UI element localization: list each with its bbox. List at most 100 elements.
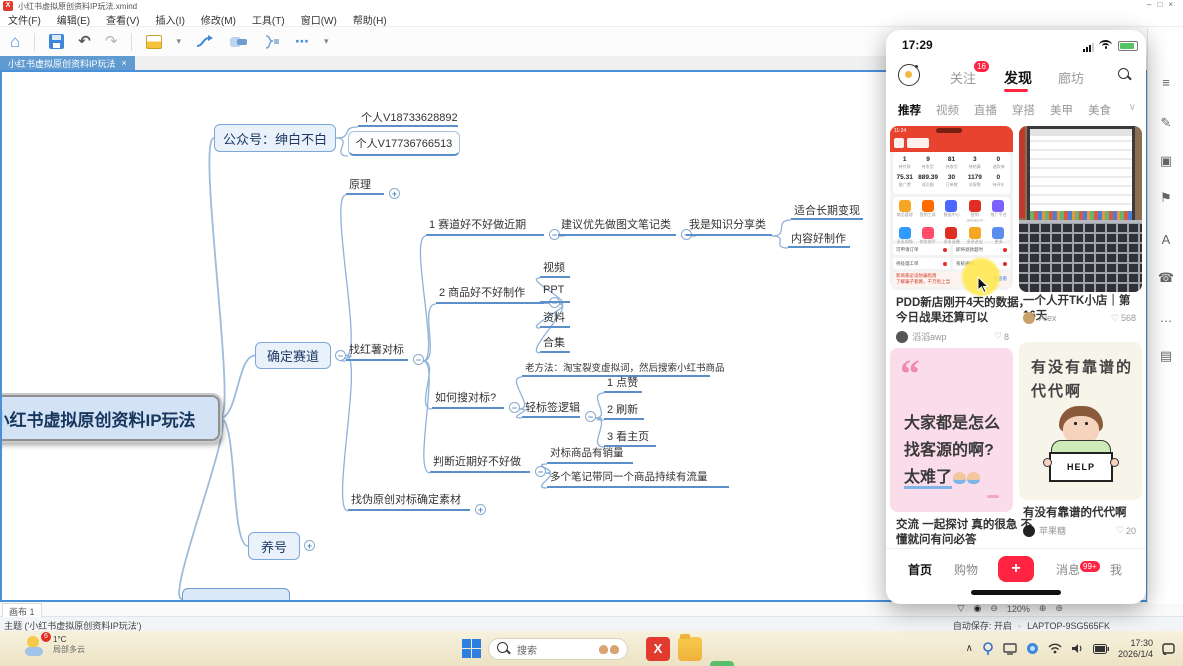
home-indicator[interactable] [971, 590, 1061, 595]
mindmap-node-zhaohongshu[interactable]: 找红薯对标− [346, 340, 408, 361]
mindmap-node-duoge[interactable]: 多个笔记带同一个商品持续有流量 [547, 468, 729, 488]
home-icon[interactable]: ⌂ [10, 34, 20, 50]
collapse-icon[interactable]: − [413, 354, 424, 365]
expand-icon[interactable]: + [304, 540, 315, 551]
close-button[interactable]: × [1168, 0, 1179, 9]
cat-video[interactable]: 视频 [936, 102, 959, 118]
summary-icon[interactable] [263, 34, 281, 50]
menu-modify[interactable]: 修改(M) [201, 12, 236, 27]
relationship-icon[interactable] [195, 34, 215, 50]
translate-icon[interactable]: A [1148, 232, 1183, 247]
mindmap-node-v2[interactable]: 个人V17736766513 [348, 131, 460, 156]
mindmap-node-ziliao[interactable]: 资料 [540, 308, 570, 328]
phone-icon[interactable]: ☎ [1148, 270, 1183, 286]
search-icon[interactable] [1118, 68, 1132, 82]
cat-recommend[interactable]: 推荐 [898, 102, 921, 118]
mindmap-node-gongzhonghao[interactable]: 公众号：绅白不白 [214, 124, 336, 152]
cat-live[interactable]: 直播 [974, 102, 997, 118]
document-tab[interactable]: 小红书虚拟原创资料IP玩法 × [0, 56, 135, 70]
menu-help[interactable]: 帮助(H) [353, 12, 387, 27]
cat-outfit[interactable]: 穿搭 [1012, 102, 1035, 118]
redo-icon[interactable]: ↷ [105, 34, 118, 50]
menu-insert[interactable]: 插入(I) [155, 12, 184, 27]
tray-time[interactable]: 17:30 [1118, 638, 1153, 649]
card2-author[interactable]: Alex [1039, 313, 1057, 323]
mindmap-node-neirong[interactable]: 内容好制作 [788, 229, 850, 248]
heart-icon[interactable]: ♡ [1111, 313, 1119, 324]
tab-city[interactable]: 廊坊 [1058, 68, 1084, 87]
nav-messages[interactable]: 消息 [1056, 561, 1080, 578]
cat-nails[interactable]: 美甲 [1050, 102, 1073, 118]
chevron-down-icon[interactable]: ▾ [176, 36, 181, 47]
mindmap-node-heji[interactable]: 合集 [540, 333, 570, 353]
tab-close-icon[interactable]: × [122, 58, 127, 68]
mindmap-node-shipin[interactable]: 视频 [540, 258, 570, 278]
tray-browser-icon[interactable] [1026, 642, 1039, 655]
mindmap-node-duibiao[interactable]: 对标商品有销量 [547, 444, 633, 464]
zoom-in-icon[interactable]: ⊕ [1039, 603, 1047, 614]
mindmap-node-wozhishi[interactable]: 我是知识分享类 [686, 215, 772, 236]
flag-icon[interactable]: ⚑ [1148, 190, 1183, 206]
mindmap-node-central[interactable]: 小红书虚拟原创资料IP玩法 [0, 395, 220, 441]
taskbar-explorer-icon[interactable] [678, 637, 702, 661]
menu-view[interactable]: 查看(V) [106, 12, 139, 27]
tray-pin-icon[interactable] [982, 642, 994, 656]
mindmap-node-n1[interactable]: 1 赛道好不好做近期− [426, 215, 544, 236]
maximize-button[interactable]: □ [1157, 0, 1168, 9]
cat-food[interactable]: 美食 [1088, 102, 1111, 118]
zoom-out-icon[interactable]: ⊖ [990, 603, 998, 614]
chat-icon[interactable]: … [1148, 310, 1183, 325]
expand-icon[interactable]: + [389, 188, 400, 199]
avatar[interactable] [896, 331, 908, 343]
expand-icon[interactable]: + [475, 504, 486, 515]
collapse-icon[interactable]: − [535, 466, 546, 477]
menu-file[interactable]: 文件(F) [8, 12, 41, 27]
mindmap-node-jianyi[interactable]: 建议优先做图文笔记类− [558, 215, 676, 236]
tray-wifi-icon[interactable] [1048, 643, 1062, 654]
card4-caption[interactable]: 有没有靠谱的代代啊 [1023, 506, 1141, 521]
tray-volume-icon[interactable] [1071, 643, 1084, 654]
save-icon[interactable] [49, 34, 64, 49]
feed-card-help[interactable]: 有没有靠谱的代代啊 HELP [1019, 342, 1142, 500]
tray-battery-icon[interactable] [1093, 644, 1109, 654]
avatar[interactable] [1023, 312, 1035, 324]
filter-icon[interactable]: ▽ [958, 603, 965, 614]
undo-icon[interactable]: ↶ [78, 34, 91, 50]
heart-icon[interactable]: ♡ [1116, 525, 1124, 536]
card3-caption[interactable]: 交流 一起探讨 真的很急 不懂就问有问必答 [896, 518, 1032, 548]
card1-caption[interactable]: PDD新店刚开4天的数据，今日战果还算可以 [896, 296, 1030, 326]
live-icon[interactable] [898, 64, 920, 86]
brush-icon[interactable]: ✎ [1148, 115, 1183, 131]
more-icon[interactable]: ⋯ [295, 33, 310, 50]
tray-chevron-icon[interactable]: ∧ [966, 643, 973, 654]
mindmap-node-v1[interactable]: 个人V18733628892 [358, 108, 458, 127]
mindmap-node-n2[interactable]: 2 商品好不好制作− [436, 283, 544, 304]
menu-edit[interactable]: 编辑(E) [57, 12, 90, 27]
mindmap-node-ppt[interactable]: PPT [540, 283, 570, 303]
mindmap-node-bottomnode[interactable] [182, 588, 290, 602]
avatar[interactable] [1023, 525, 1035, 537]
mindmap-node-dianzan[interactable]: 1 点赞 [604, 373, 642, 393]
tab-discover[interactable]: 发现 [1004, 68, 1032, 88]
mindmap-node-panduan[interactable]: 判断近期好不好做− [430, 452, 530, 473]
start-button[interactable] [462, 639, 481, 658]
mindmap-node-zhaowei[interactable]: 找伪原创对标确定素材+ [348, 490, 470, 511]
card4-author[interactable]: 苹果糖 [1039, 524, 1066, 537]
mindmap-node-shuaxin[interactable]: 2 刷新 [604, 400, 644, 420]
taskbar-xmind-icon[interactable]: X [646, 637, 670, 661]
collapse-icon[interactable]: − [509, 402, 520, 413]
mindmap-node-queding[interactable]: 确定赛道− [255, 342, 331, 369]
nav-home[interactable]: 首页 [908, 561, 932, 578]
mindmap-node-yanghao[interactable]: 养号+ [248, 532, 300, 560]
mindmap-node-shihe[interactable]: 适合长期变现 [791, 201, 863, 220]
boundary-icon[interactable] [229, 34, 249, 50]
card1-author[interactable]: 滔滔awp [912, 330, 947, 343]
menu-tools[interactable]: 工具(T) [252, 12, 285, 27]
feed-card-quote[interactable]: “ 大家都是怎么 找客源的啊? 太难了 [890, 348, 1013, 512]
tab-follow[interactable]: 关注 [950, 68, 976, 87]
pitch-mode-icon[interactable]: ◉ [973, 603, 981, 614]
nav-post-button[interactable]: + [998, 556, 1034, 582]
heart-icon[interactable]: ♡ [994, 331, 1002, 342]
clipboard-icon[interactable]: ▤ [1148, 348, 1183, 364]
feed-card-tk[interactable] [1019, 126, 1142, 292]
